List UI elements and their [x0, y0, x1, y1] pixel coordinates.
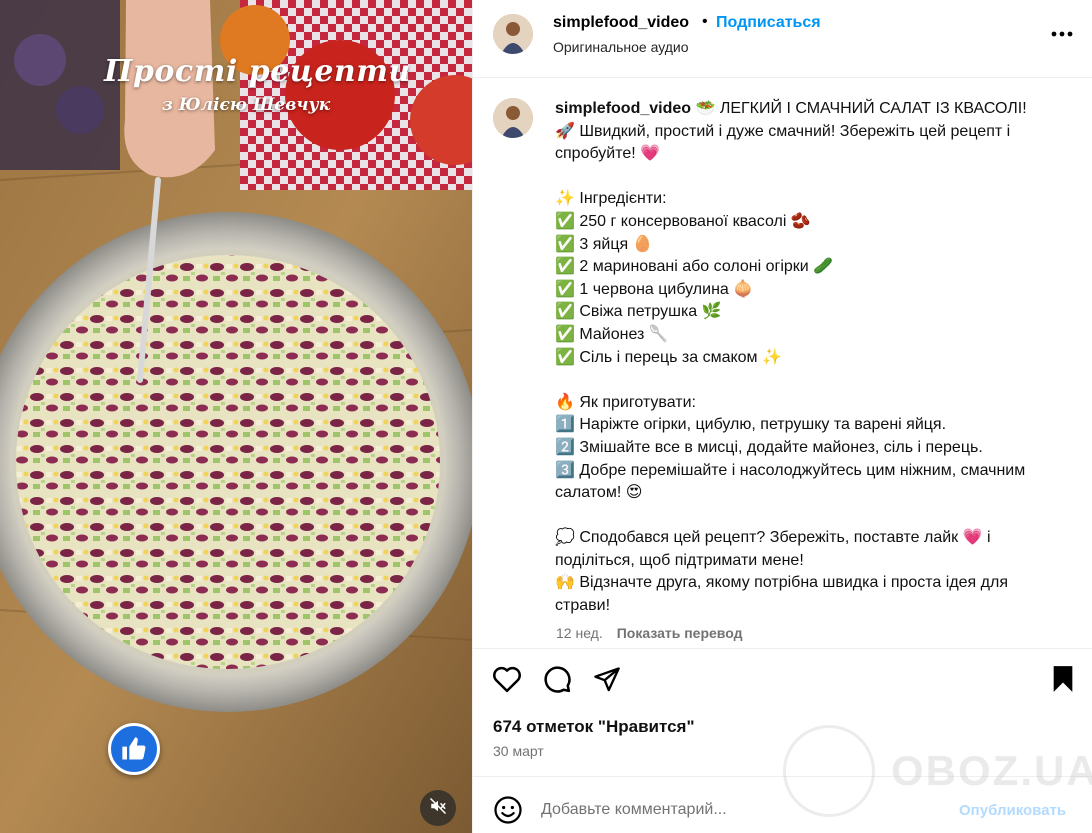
- more-options-button[interactable]: [1049, 20, 1075, 46]
- comment-button[interactable]: [541, 665, 573, 697]
- post-details-panel: simplefood_video • Подписаться Оригиналь…: [472, 0, 1092, 833]
- post-media[interactable]: Прості рецепти з Юлією Шевчук: [0, 0, 472, 833]
- avatar[interactable]: [493, 98, 533, 138]
- caption-text: simplefood_video 🥗 ЛЕГКИЙ І СМАЧНИЙ САЛА…: [555, 98, 1065, 618]
- caption-body: 🥗 ЛЕГКИЙ І СМАЧНИЙ САЛАТ ІЗ КВАСОЛІ! 🚀 Ш…: [555, 100, 1027, 615]
- post-header: simplefood_video • Подписаться Оригиналь…: [473, 0, 1092, 78]
- save-button[interactable]: [1047, 665, 1079, 697]
- video-overlay-title: Прості рецепти: [104, 54, 411, 89]
- comment-composer: Опубликовать: [473, 776, 1092, 833]
- publish-button[interactable]: Опубликовать: [959, 802, 1066, 819]
- salad-video-frame: [0, 0, 472, 833]
- like-button[interactable]: [491, 665, 523, 697]
- mute-button[interactable]: [420, 790, 456, 826]
- share-icon: [593, 665, 621, 698]
- follow-button[interactable]: Подписаться: [716, 14, 821, 32]
- avatar[interactable]: [493, 14, 533, 54]
- audio-label[interactable]: Оригинальное аудио: [553, 39, 689, 55]
- translate-link[interactable]: Показать перевод: [617, 625, 743, 641]
- post-date: 30 март: [493, 743, 544, 759]
- emoji-button[interactable]: [493, 795, 523, 825]
- speaker-muted-icon: [429, 797, 447, 820]
- caption-section: simplefood_video 🥗 ЛЕГКИЙ І СМАЧНИЙ САЛА…: [473, 78, 1092, 648]
- more-horizontal-icon: [1051, 24, 1073, 42]
- post-age: 12 нед.: [556, 625, 603, 641]
- share-button[interactable]: [591, 665, 623, 697]
- thumbs-up-icon: [108, 723, 160, 775]
- caption-meta: 12 нед. Показать перевод: [556, 625, 742, 641]
- caption-username[interactable]: simplefood_video: [555, 100, 691, 117]
- heart-icon: [492, 665, 522, 698]
- action-bar: 674 отметок "Нравится" 30 март: [473, 648, 1092, 776]
- likes-count[interactable]: 674 отметок "Нравится": [493, 717, 695, 737]
- comment-icon: [542, 664, 572, 699]
- video-overlay-subtitle: з Юлією Шевчук: [162, 95, 331, 115]
- author-username[interactable]: simplefood_video: [553, 14, 689, 32]
- emoji-icon: [493, 796, 523, 829]
- separator-dot: •: [702, 13, 708, 30]
- comment-input[interactable]: [541, 798, 941, 822]
- bookmark-icon: [1051, 665, 1075, 698]
